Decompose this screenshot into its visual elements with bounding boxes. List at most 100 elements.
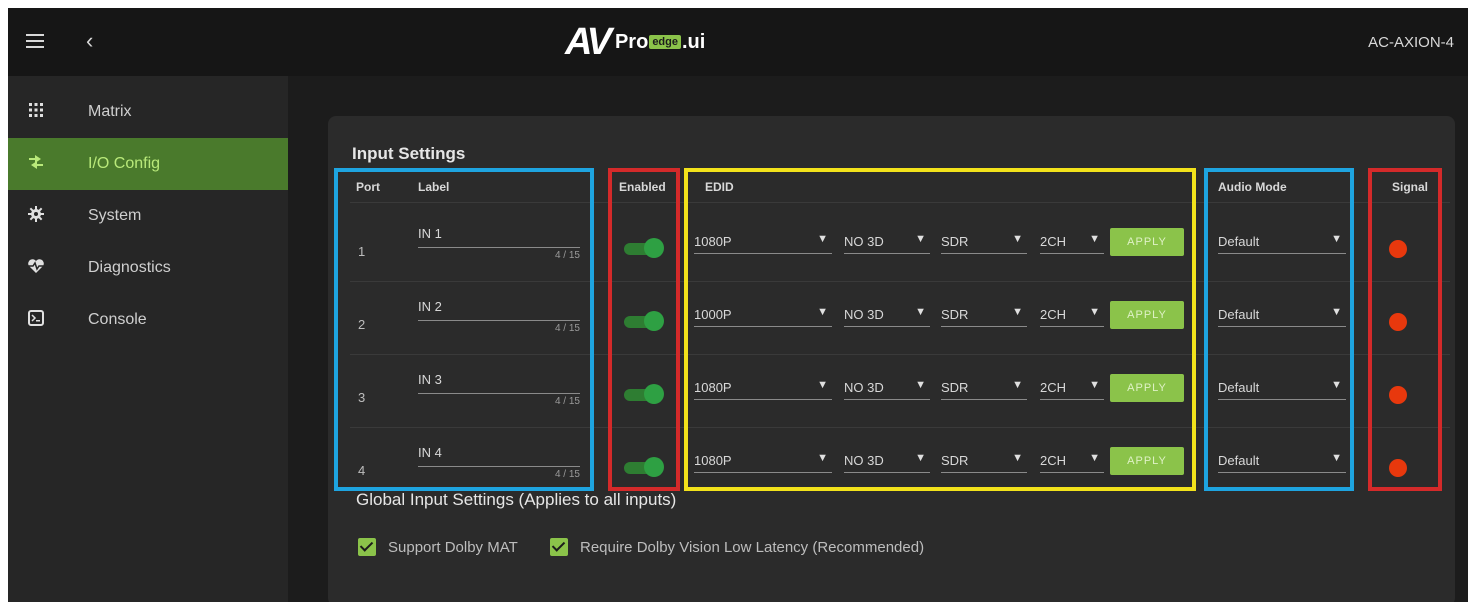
swap-arrows-icon [24, 154, 48, 175]
channels-select[interactable]: 2CH ▼ [1040, 303, 1104, 327]
caret-down-icon: ▼ [1331, 306, 1342, 318]
highlight-box-blue [1204, 168, 1354, 491]
caret-down-icon: ▼ [817, 379, 828, 391]
resolution-select[interactable]: 1080P ▼ [694, 230, 832, 254]
caret-down-icon: ▼ [1012, 306, 1023, 318]
highlight-box-red [1368, 168, 1442, 491]
caret-down-icon: ▼ [915, 452, 926, 464]
header-enabled: Enabled [619, 180, 666, 194]
caret-down-icon: ▼ [817, 306, 828, 318]
hdr-select[interactable]: SDR ▼ [941, 230, 1027, 254]
sidebar-item-io-config[interactable]: I/O Config [8, 138, 288, 190]
sidebar-item-label: Diagnostics [88, 259, 171, 276]
logo-av: AV [565, 20, 612, 63]
resolution-select[interactable]: 1080P ▼ [694, 376, 832, 400]
label-input[interactable]: IN 3 [418, 372, 580, 394]
apply-button[interactable]: APPLY [1110, 374, 1184, 402]
caret-down-icon: ▼ [1089, 452, 1100, 464]
label-field-wrap: IN 3 4 / 15 [418, 372, 580, 407]
3d-select[interactable]: NO 3D ▼ [844, 230, 930, 254]
label-input[interactable]: IN 1 [418, 226, 580, 248]
channels-select[interactable]: 2CH ▼ [1040, 376, 1104, 400]
select-value: 1000P [694, 307, 732, 322]
sidebar-item-label: System [88, 207, 142, 224]
toggle-knob [644, 311, 664, 331]
resolution-select[interactable]: 1080P ▼ [694, 449, 832, 473]
select-value: 2CH [1040, 234, 1067, 249]
audio-mode-select[interactable]: Default ▼ [1218, 449, 1346, 473]
enabled-toggle[interactable] [624, 457, 664, 477]
label-input[interactable]: IN 4 [418, 445, 580, 467]
grid-icon [24, 102, 48, 123]
app-logo: AV Pro edge .ui [565, 20, 706, 63]
option-dolby-vision-low-latency[interactable]: Require Dolby Vision Low Latency (Recomm… [550, 538, 924, 556]
caret-down-icon: ▼ [1089, 233, 1100, 245]
enabled-toggle[interactable] [624, 384, 664, 404]
sidebar-item-console[interactable]: Console [8, 294, 288, 346]
section-title: Input Settings [352, 144, 466, 163]
caret-down-icon: ▼ [1089, 379, 1100, 391]
checkbox-dolby-mat[interactable] [358, 538, 376, 556]
toggle-knob [644, 384, 664, 404]
3d-select[interactable]: NO 3D ▼ [844, 449, 930, 473]
option-dolby-mat[interactable]: Support Dolby MAT [358, 538, 518, 556]
device-name: AC-AXION-4 [1368, 34, 1454, 51]
channels-select[interactable]: 2CH ▼ [1040, 449, 1104, 473]
select-value: SDR [941, 380, 969, 395]
resolution-select[interactable]: 1000P ▼ [694, 303, 832, 327]
sidebar-item-system[interactable]: System [8, 190, 288, 242]
channels-select[interactable]: 2CH ▼ [1040, 230, 1104, 254]
select-value: Default [1218, 234, 1260, 249]
gear-icon [24, 205, 48, 227]
select-value: NO 3D [844, 234, 884, 249]
select-value: 1080P [694, 234, 732, 249]
audio-mode-select[interactable]: Default ▼ [1218, 303, 1346, 327]
top-bar: ‹ AV Pro edge .ui AC-AXION-4 [8, 8, 1468, 76]
divider [350, 202, 1450, 203]
caret-down-icon: ▼ [915, 306, 926, 318]
sidebar-item-label: Matrix [88, 103, 132, 120]
header-audio-mode: Audio Mode [1218, 180, 1287, 194]
caret-down-icon: ▼ [1012, 233, 1023, 245]
apply-button[interactable]: APPLY [1110, 301, 1184, 329]
select-value: 2CH [1040, 380, 1067, 395]
audio-mode-select[interactable]: Default ▼ [1218, 376, 1346, 400]
signal-indicator [1389, 313, 1407, 331]
enabled-toggle[interactable] [624, 311, 664, 331]
port-number: 3 [358, 390, 366, 405]
3d-select[interactable]: NO 3D ▼ [844, 376, 930, 400]
chevron-left-icon[interactable]: ‹ [86, 28, 93, 54]
label-input[interactable]: IN 2 [418, 299, 580, 321]
select-value: SDR [941, 307, 969, 322]
select-value: 2CH [1040, 453, 1067, 468]
apply-button[interactable]: APPLY [1110, 447, 1184, 475]
highlight-box-yellow [684, 168, 1196, 491]
hamburger-menu-icon[interactable] [26, 34, 44, 48]
enabled-toggle[interactable] [624, 238, 664, 258]
hdr-select[interactable]: SDR ▼ [941, 376, 1027, 400]
signal-indicator [1389, 386, 1407, 404]
char-counter: 4 / 15 [554, 396, 580, 407]
char-counter: 4 / 15 [554, 323, 580, 334]
apply-button[interactable]: APPLY [1110, 228, 1184, 256]
label-field-wrap: IN 4 4 / 15 [418, 445, 580, 480]
char-counter: 4 / 15 [554, 469, 580, 480]
sidebar-item-diagnostics[interactable]: Diagnostics [8, 242, 288, 294]
logo-ui: .ui [682, 30, 706, 53]
port-number: 1 [358, 244, 366, 259]
select-value: Default [1218, 307, 1260, 322]
audio-mode-select[interactable]: Default ▼ [1218, 230, 1346, 254]
hdr-select[interactable]: SDR ▼ [941, 303, 1027, 327]
checkbox-dolby-vision-low-latency[interactable] [550, 538, 568, 556]
hdr-select[interactable]: SDR ▼ [941, 449, 1027, 473]
caret-down-icon: ▼ [915, 233, 926, 245]
main-content: Input Settings Port Label Enabled EDID A… [288, 76, 1468, 602]
heartbeat-icon [24, 258, 48, 279]
select-value: NO 3D [844, 453, 884, 468]
logo-pro: Pro [614, 30, 649, 53]
select-value: Default [1218, 453, 1260, 468]
toggle-knob [644, 457, 664, 477]
select-value: SDR [941, 234, 969, 249]
sidebar-item-matrix[interactable]: Matrix [8, 86, 288, 138]
3d-select[interactable]: NO 3D ▼ [844, 303, 930, 327]
